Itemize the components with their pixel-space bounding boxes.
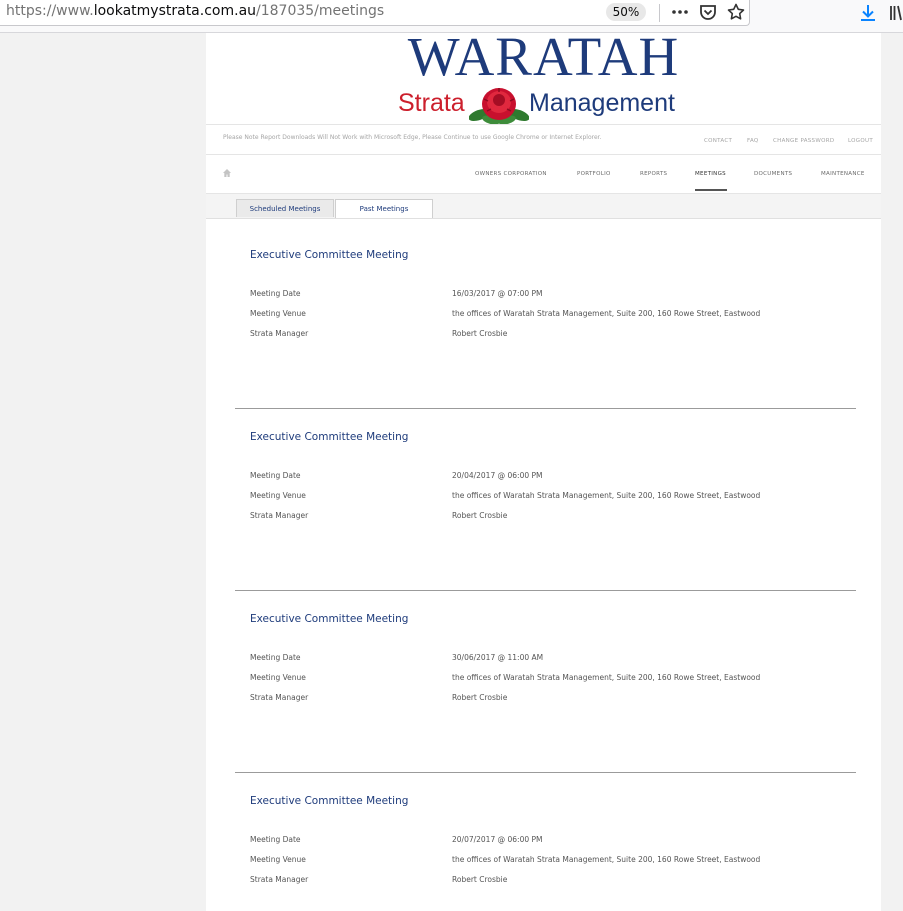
- meeting-divider: [235, 590, 856, 591]
- library-icon[interactable]: [889, 3, 903, 23]
- nav-reports[interactable]: REPORTS: [640, 171, 667, 177]
- meeting-venue-value: the offices of Waratah Strata Management…: [452, 855, 761, 864]
- urlbar-separator: [659, 4, 660, 22]
- url-path: /187035/meetings: [256, 3, 385, 19]
- address-bar[interactable]: https://www.lookatmystrata.com.au/187035…: [0, 0, 750, 26]
- logo-word-strata: Strata: [398, 89, 465, 117]
- meeting-date-label: Meeting Date: [250, 289, 301, 298]
- strata-manager-label: Strata Manager: [250, 875, 309, 884]
- meeting-venue-label: Meeting Venue: [250, 309, 306, 318]
- meeting-title[interactable]: Executive Committee Meeting: [250, 431, 408, 443]
- page-container: WARATAH Strata Management Please Note Re…: [206, 27, 881, 911]
- meeting-venue-label: Meeting Venue: [250, 673, 306, 682]
- meeting-date-label: Meeting Date: [250, 835, 301, 844]
- main-nav: OWNERS CORPORATION PORTFOLIO REPORTS MEE…: [206, 154, 881, 194]
- meeting-venue-label: Meeting Venue: [250, 491, 306, 500]
- home-icon[interactable]: [222, 168, 232, 178]
- meeting-title[interactable]: Executive Committee Meeting: [250, 795, 408, 807]
- meeting-venue-label: Meeting Venue: [250, 855, 306, 864]
- meeting-divider: [235, 772, 856, 773]
- waratah-flower-icon: [469, 88, 529, 125]
- nav-owners-corporation[interactable]: OWNERS CORPORATION: [475, 171, 547, 177]
- strata-manager-label: Strata Manager: [250, 693, 309, 702]
- meeting-date-value: 20/04/2017 @ 06:00 PM: [452, 471, 543, 480]
- meeting-venue-value: the offices of Waratah Strata Management…: [452, 309, 761, 318]
- url-text[interactable]: https://www.lookatmystrata.com.au/187035…: [6, 3, 384, 19]
- meeting-date-value: 20/07/2017 @ 06:00 PM: [452, 835, 543, 844]
- page-actions-icon[interactable]: [670, 2, 690, 22]
- strata-manager-value: Robert Crosbie: [452, 329, 508, 338]
- strata-manager-label: Strata Manager: [250, 329, 309, 338]
- nav-documents[interactable]: DOCUMENTS: [754, 171, 792, 177]
- meeting-venue-value: the offices of Waratah Strata Management…: [452, 673, 761, 682]
- strata-manager-value: Robert Crosbie: [452, 511, 508, 520]
- zoom-indicator[interactable]: 50%: [606, 3, 646, 21]
- strata-manager-value: Robert Crosbie: [452, 693, 508, 702]
- nav-maintenance[interactable]: MAINTENANCE: [821, 171, 865, 177]
- notice-bar: Please Note Report Downloads Will Not Wo…: [206, 124, 881, 155]
- logo-title: WARATAH: [407, 26, 680, 87]
- url-host: lookatmystrata.com.au: [93, 3, 257, 19]
- strata-manager-label: Strata Manager: [250, 511, 309, 520]
- download-icon[interactable]: [858, 3, 878, 23]
- meetings-tabbar: Scheduled Meetings Past Meetings: [206, 194, 881, 219]
- meeting-date-label: Meeting Date: [250, 653, 301, 662]
- meeting-date-value: 30/06/2017 @ 11:00 AM: [452, 653, 544, 662]
- change-password-link[interactable]: CHANGE PASSWORD: [773, 138, 834, 144]
- meeting-divider: [235, 408, 856, 409]
- strata-manager-value: Robert Crosbie: [452, 875, 508, 884]
- url-prefix: https://www.: [6, 3, 94, 19]
- nav-meetings[interactable]: MEETINGS: [695, 171, 726, 177]
- browser-notice: Please Note Report Downloads Will Not Wo…: [223, 134, 602, 141]
- logo-word-management: Management: [529, 89, 675, 117]
- bookmark-star-icon[interactable]: [726, 2, 746, 22]
- meeting-date-label: Meeting Date: [250, 471, 301, 480]
- logout-link[interactable]: LOGOUT: [848, 138, 873, 144]
- nav-portfolio[interactable]: PORTFOLIO: [577, 171, 611, 177]
- tab-scheduled-meetings[interactable]: Scheduled Meetings: [236, 199, 334, 217]
- waratah-logo[interactable]: WARATAH Strata Management: [398, 27, 689, 125]
- meeting-venue-value: the offices of Waratah Strata Management…: [452, 491, 761, 500]
- tab-past-meetings[interactable]: Past Meetings: [335, 199, 433, 218]
- pocket-icon[interactable]: [698, 2, 718, 22]
- meeting-title[interactable]: Executive Committee Meeting: [250, 249, 408, 261]
- meeting-date-value: 16/03/2017 @ 07:00 PM: [452, 289, 543, 298]
- contact-link[interactable]: CONTACT: [704, 138, 732, 144]
- faq-link[interactable]: FAQ: [747, 138, 759, 144]
- nav-active-indicator: [695, 189, 727, 191]
- meeting-title[interactable]: Executive Committee Meeting: [250, 613, 408, 625]
